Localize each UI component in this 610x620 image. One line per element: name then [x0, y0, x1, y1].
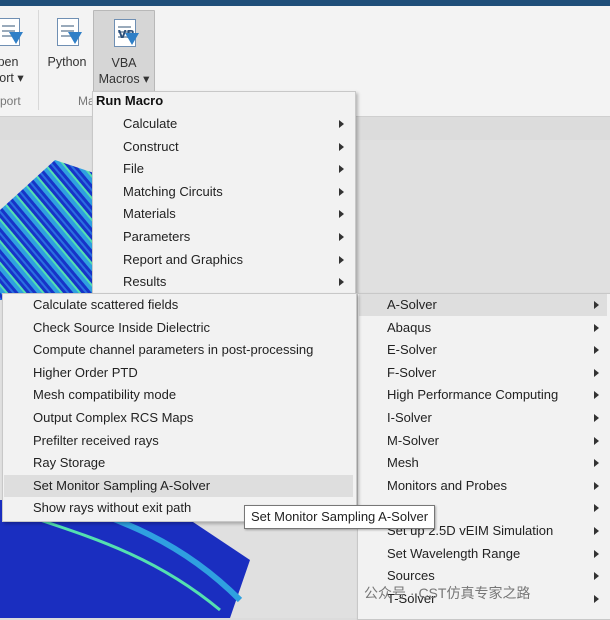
results-submenu-item-label: Abaqus — [387, 319, 432, 335]
open-report-label-2: port ▾ — [0, 71, 24, 85]
chevron-right-icon — [594, 323, 599, 332]
results-submenu-item-label: Monitors and Probes — [387, 477, 507, 493]
open-report-label-1: pen — [0, 55, 19, 69]
run-macro-menu-item[interactable]: Matching Circuits — [94, 181, 352, 203]
run-macro-menu-item-label: Matching Circuits — [123, 183, 223, 199]
a-solver-submenu-item-label: Calculate scattered fields — [33, 297, 179, 312]
results-submenu-item[interactable]: M-Solver — [359, 430, 607, 452]
run-macro-menu-item[interactable]: Materials — [94, 203, 352, 225]
run-macro-title: Run Macro — [96, 93, 164, 108]
run-macro-menu-item-label: Report and Graphics — [123, 251, 243, 267]
a-solver-submenu-item-label: Set Monitor Sampling A-Solver — [33, 477, 211, 493]
a-solver-submenu-item[interactable]: Higher Order PTD — [4, 362, 353, 384]
chevron-right-icon — [594, 436, 599, 445]
results-submenu-item[interactable]: Monitors and Probes — [359, 475, 607, 497]
a-solver-submenu-item-label: Prefilter received rays — [33, 432, 159, 448]
results-submenu-item[interactable]: High Performance Computing — [359, 384, 607, 406]
results-submenu-item[interactable]: Mesh — [359, 452, 607, 474]
results-submenu-item-label: High Performance Computing — [387, 387, 559, 403]
run-macro-menu-item-label: Construct — [123, 138, 179, 154]
chevron-right-icon — [594, 414, 599, 422]
a-solver-submenu-item[interactable]: Mesh compatibility mode — [4, 384, 353, 406]
run-macro-menu-item[interactable]: File — [94, 158, 352, 180]
chevron-right-icon — [594, 459, 599, 468]
a-solver-submenu-item[interactable]: Ray Storage — [4, 452, 353, 474]
a-solver-submenu-item-label: Mesh compatibility mode — [33, 387, 177, 403]
a-solver-submenu-item-label: Check Source Inside Dielectric — [33, 319, 211, 335]
python-button[interactable]: Python — [44, 10, 90, 90]
chevron-right-icon — [594, 549, 599, 558]
a-solver-submenu-item-label: Higher Order PTD — [33, 364, 138, 380]
chevron-right-icon — [594, 504, 599, 513]
run-macro-menu-item[interactable]: Results — [94, 271, 352, 293]
results-submenu-item-label: M-Solver — [387, 432, 440, 448]
open-report-icon — [0, 16, 24, 50]
results-submenu-item[interactable]: Abaqus — [359, 317, 607, 339]
results-submenu-item-label: Mesh — [387, 455, 419, 471]
a-solver-submenu-item[interactable]: Compute channel parameters in post-proce… — [4, 339, 353, 361]
chevron-right-icon — [594, 368, 599, 377]
run-macro-menu-item-label: File — [123, 161, 144, 177]
a-solver-submenu-item-label: Ray Storage — [33, 455, 106, 471]
a-solver-submenu-item[interactable]: Set Monitor Sampling A-Solver — [4, 474, 353, 497]
vba-macros-button[interactable]: VB VBA Macros ▾ — [93, 10, 155, 92]
a-solver-submenu-item[interactable]: Prefilter received rays — [4, 430, 353, 452]
results-submenu-item[interactable]: Set Wavelength Range — [359, 543, 607, 565]
chevron-right-icon — [339, 278, 344, 287]
run-macro-menu-item-label: Calculate — [123, 116, 178, 131]
chevron-right-icon — [339, 210, 344, 219]
results-submenu-item-label: I-Solver — [387, 410, 432, 425]
a-solver-submenu-item-label: Output Complex RCS Maps — [33, 410, 194, 425]
chevron-right-icon — [594, 572, 599, 581]
results-submenu-item-label: E-Solver — [387, 342, 437, 358]
vba-label-1: VBA — [111, 56, 137, 70]
results-submenu-item-label: F-Solver — [387, 364, 437, 380]
run-macro-menu-item-label: Results — [123, 274, 167, 290]
watermark: 公众号 · CST仿真专家之路 — [364, 585, 531, 601]
results-submenu-item[interactable]: A-Solver — [359, 294, 607, 316]
a-solver-submenu-item[interactable]: Calculate scattered fields — [4, 294, 353, 316]
python-script-icon — [51, 16, 83, 50]
results-submenu-item[interactable]: I-Solver — [359, 407, 607, 429]
run-macro-menu-item[interactable]: Construct — [94, 136, 352, 158]
run-macro-menu-item[interactable]: Parameters — [94, 226, 352, 248]
results-submenu-item[interactable]: F-Solver — [359, 362, 607, 384]
python-label: Python — [47, 55, 87, 69]
run-macro-menu-item-label: Parameters — [123, 229, 191, 244]
results-submenu-item[interactable]: E-Solver — [359, 339, 607, 361]
chevron-right-icon — [339, 142, 344, 151]
chevron-right-icon — [339, 187, 344, 196]
chevron-right-icon — [594, 594, 599, 603]
a-solver-submenu-item-label: Compute channel parameters in post-proce… — [33, 342, 314, 358]
chevron-right-icon — [339, 255, 344, 264]
run-macro-menu-item-label: Materials — [123, 206, 176, 222]
chevron-right-icon — [339, 165, 344, 174]
run-macro-menu-item[interactable]: Calculate — [94, 113, 352, 135]
group-label-report: port — [0, 94, 21, 108]
chevron-right-icon — [339, 120, 344, 128]
chevron-right-icon — [594, 527, 599, 535]
a-solver-submenu-item[interactable]: Output Complex RCS Maps — [4, 407, 353, 429]
group-separator — [38, 10, 39, 110]
results-submenu-item-label: Sources — [387, 568, 435, 584]
a-solver-submenu-item[interactable]: Check Source Inside Dielectric — [4, 317, 353, 339]
open-report-button[interactable]: pen port ▾ — [0, 10, 30, 90]
vba-macro-icon: VB — [108, 17, 140, 51]
chevron-right-icon — [594, 346, 599, 355]
results-submenu-item-label: A-Solver — [387, 297, 437, 312]
chevron-right-icon — [594, 481, 599, 490]
chevron-right-icon — [339, 233, 344, 241]
chevron-right-icon — [594, 301, 599, 309]
tooltip: Set Monitor Sampling A-Solver — [244, 505, 436, 529]
results-submenu-item-label: Set Wavelength Range — [387, 545, 521, 561]
vba-label-2: Macros ▾ — [98, 72, 150, 86]
chevron-right-icon — [594, 391, 599, 400]
run-macro-menu-item[interactable]: Report and Graphics — [94, 249, 352, 271]
a-solver-submenu-item-label: Show rays without exit path — [33, 500, 192, 516]
